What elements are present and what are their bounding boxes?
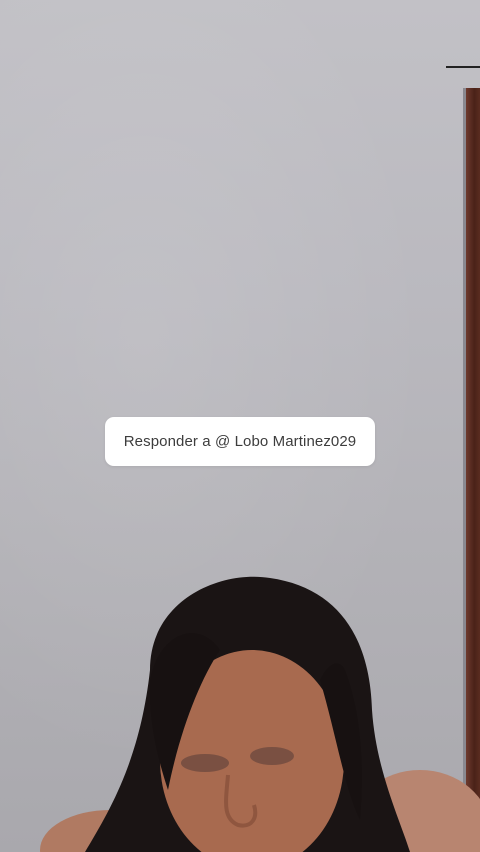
- person-in-video: [40, 576, 480, 852]
- person-eye-right: [250, 747, 294, 765]
- reply-comment-text: Responder a @ Lobo Martinez029: [123, 433, 357, 450]
- video-frame[interactable]: Responder a @ Lobo Martinez029: [0, 0, 480, 852]
- person-eye-left: [181, 754, 229, 772]
- wall-wire: [446, 66, 480, 68]
- reply-comment-sticker[interactable]: Responder a @ Lobo Martinez029: [105, 417, 375, 466]
